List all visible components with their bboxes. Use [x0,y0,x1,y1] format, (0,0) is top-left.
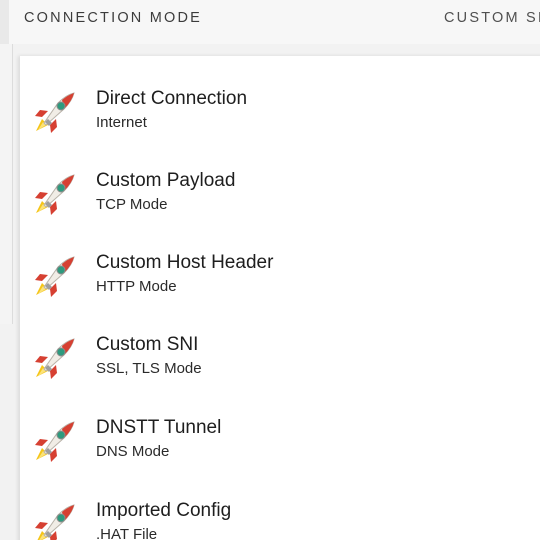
mode-title: Custom SNI [96,334,199,355]
mode-title: Direct Connection [96,88,248,109]
mode-item-direct-connection[interactable]: Direct Connection Internet [20,68,540,150]
rocket-icon [35,421,75,462]
mode-subtitle: HTTP Mode [96,278,177,295]
mode-item-custom-host-header[interactable]: Custom Host Header HTTP Mode [20,232,540,314]
rocket-icon [35,504,75,540]
mode-item-custom-sni[interactable]: Custom SNI SSL, TLS Mode [20,314,540,396]
rocket-icon [35,174,75,215]
left-edge-panel [0,44,13,324]
mode-title: Custom Payload [96,170,236,191]
mode-subtitle: .HAT File [96,526,158,540]
mode-title: Imported Config [96,500,232,521]
mode-subtitle: DNS Mode [96,443,170,460]
mode-subtitle: SSL, TLS Mode [96,360,202,377]
tab-connection-mode[interactable]: CONNECTION MODE [24,10,202,26]
rocket-icon [35,338,75,379]
tab-bar: CONNECTION MODE CUSTOM SI [0,0,540,44]
mode-list-panel: Direct Connection Internet Custom Payloa… [20,56,540,540]
mode-title: DNSTT Tunnel [96,417,222,438]
connection-mode-screen: CONNECTION MODE CUSTOM SI Direct Connect… [0,0,540,540]
mode-title: Custom Host Header [96,252,274,273]
tab-custom-sni[interactable]: CUSTOM SI [444,10,540,26]
mode-item-imported-config[interactable]: Imported Config .HAT File [20,480,540,540]
mode-subtitle: TCP Mode [96,196,168,213]
rocket-icon [35,256,75,297]
tab-bar-edge [0,0,9,44]
rocket-icon [35,92,75,133]
mode-item-dnstt-tunnel[interactable]: DNSTT Tunnel DNS Mode [20,397,540,479]
mode-subtitle: Internet [96,114,147,131]
mode-item-custom-payload[interactable]: Custom Payload TCP Mode [20,150,540,232]
